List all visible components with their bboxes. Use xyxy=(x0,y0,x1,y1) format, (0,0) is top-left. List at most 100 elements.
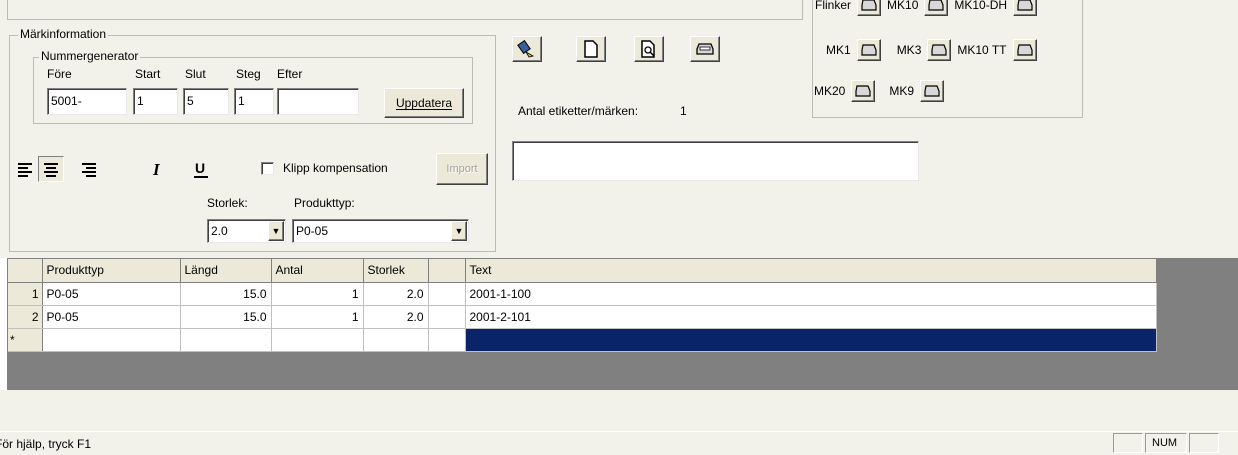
product-type-dropdown-arrow-icon[interactable]: ▼ xyxy=(451,221,467,241)
size-label: Storlek: xyxy=(207,196,248,210)
new-cell-count[interactable] xyxy=(271,328,364,352)
new-document-button[interactable] xyxy=(576,36,606,62)
printer-icon xyxy=(855,85,871,97)
new-cell-text-selected[interactable] xyxy=(465,328,1157,352)
start-input[interactable]: 1 xyxy=(133,88,178,115)
printer-mk3-button[interactable] xyxy=(927,39,952,61)
status-num-indicator: NUM xyxy=(1152,437,1178,449)
data-grid: Produkttyp Längd Antal Storlek Text 1 P0… xyxy=(8,259,1157,352)
svg-text:I: I xyxy=(152,160,161,179)
text-preview-field[interactable] xyxy=(512,141,919,181)
cut-compensation-label: Klipp kompensation xyxy=(283,161,388,175)
cell-length[interactable]: 15.0 xyxy=(180,305,272,329)
printer-flinker-label: Flinker xyxy=(815,0,852,12)
printer-mk9-button[interactable] xyxy=(920,80,945,102)
new-document-icon xyxy=(584,40,598,58)
printer-icon xyxy=(928,0,944,11)
after-label: Efter xyxy=(277,67,303,81)
row-header[interactable]: 1 xyxy=(8,282,43,306)
underline-button[interactable]: U xyxy=(190,159,212,179)
cell-size[interactable]: 2.0 xyxy=(363,282,429,306)
cell-product-type[interactable]: P0-05 xyxy=(42,282,181,306)
printer-icon xyxy=(931,44,947,56)
new-row-marker[interactable]: * xyxy=(8,328,43,352)
table-row[interactable]: 2 P0-05 15.0 1 2.0 2001-2-101 xyxy=(8,305,1157,329)
underline-icon: U xyxy=(194,160,208,178)
printer-mk3-label: MK3 xyxy=(896,43,922,57)
step-input[interactable]: 1 xyxy=(234,88,274,115)
size-grip[interactable] xyxy=(1222,437,1236,453)
printer-mk20-button[interactable] xyxy=(851,80,876,102)
print-preview-button[interactable] xyxy=(634,36,664,62)
labels-count-value: 1 xyxy=(680,104,687,118)
column-header-text[interactable]: Text xyxy=(465,259,1157,283)
printer-mk20-label: MK20 xyxy=(814,84,846,98)
cell-extra[interactable] xyxy=(428,282,466,306)
statusbar-divider xyxy=(0,431,1238,432)
new-cell-length[interactable] xyxy=(180,328,272,352)
size-dropdown-arrow-icon[interactable]: ▼ xyxy=(268,221,284,241)
marking-info-legend: Märkinformation xyxy=(18,27,109,41)
printer-icon xyxy=(861,44,877,56)
before-input[interactable]: 5001- xyxy=(47,88,127,115)
cell-size[interactable]: 2.0 xyxy=(363,305,429,329)
cell-text[interactable]: 2001-2-101 xyxy=(465,305,1157,329)
printer-mk10tt-button[interactable] xyxy=(1012,39,1037,61)
printer-top-row: Flinker MK10 MK10-DH xyxy=(815,0,1038,16)
new-cell-product-type[interactable] xyxy=(42,328,181,352)
printer-icon xyxy=(1016,44,1033,56)
row-header[interactable]: 2 xyxy=(8,305,43,329)
print-button[interactable] xyxy=(690,36,720,62)
align-center-icon xyxy=(44,163,58,177)
table-row[interactable]: 1 P0-05 15.0 1 2.0 2001-1-100 xyxy=(8,282,1157,306)
import-button-label: Import xyxy=(446,163,478,175)
size-select[interactable]: 2.0 ▼ xyxy=(207,219,286,243)
new-cell-extra[interactable] xyxy=(428,328,466,352)
printer-icon xyxy=(1017,0,1033,11)
printer-mk10-button[interactable] xyxy=(924,0,949,16)
column-header-size[interactable]: Storlek xyxy=(363,259,429,283)
new-cell-size[interactable] xyxy=(363,328,429,352)
grid-corner-cell[interactable] xyxy=(8,259,43,283)
new-table-row[interactable]: * xyxy=(8,328,1157,352)
product-type-select[interactable]: P0-05 ▼ xyxy=(292,219,469,243)
cell-count[interactable]: 1 xyxy=(271,282,364,306)
cell-text[interactable]: 2001-1-100 xyxy=(465,282,1157,306)
grid-container: Produkttyp Längd Antal Storlek Text 1 P0… xyxy=(8,259,1157,352)
printer-mk9-label: MK9 xyxy=(889,84,915,98)
cell-extra[interactable] xyxy=(428,305,466,329)
printer-flinker-button[interactable] xyxy=(857,0,882,16)
column-header-product-type[interactable]: Produkttyp xyxy=(42,259,181,283)
end-input[interactable]: 5 xyxy=(183,88,229,115)
clear-button[interactable] xyxy=(512,36,542,62)
svg-text:U: U xyxy=(195,160,205,176)
printer-mk10tt-label: MK10 TT xyxy=(957,43,1007,57)
before-label: Före xyxy=(47,67,72,81)
status-panel-1 xyxy=(1113,433,1143,453)
after-input[interactable] xyxy=(277,88,359,115)
cut-compensation-checkbox[interactable] xyxy=(261,162,274,175)
column-header-extra[interactable] xyxy=(428,259,466,283)
import-button[interactable]: Import xyxy=(436,153,488,185)
printer-row-2: MK20 MK9 xyxy=(814,80,945,102)
step-label: Steg xyxy=(236,67,261,81)
align-right-button[interactable] xyxy=(78,159,98,179)
update-button-label: Uppdatera xyxy=(395,96,453,110)
italic-icon: I xyxy=(152,160,161,179)
cell-length[interactable]: 15.0 xyxy=(180,282,272,306)
status-help-text: För hjälp, tryck F1 xyxy=(0,437,92,451)
column-header-count[interactable]: Antal xyxy=(271,259,364,283)
top-groupbox-edge xyxy=(7,0,803,20)
column-header-length[interactable]: Längd xyxy=(180,259,272,283)
printer-mk1-label: MK1 xyxy=(826,43,851,57)
labels-count-label: Antal etiketter/märken: xyxy=(518,104,639,118)
printer-mk1-button[interactable] xyxy=(856,39,881,61)
align-center-button[interactable] xyxy=(38,156,64,182)
align-left-button[interactable] xyxy=(16,159,36,179)
cell-product-type[interactable]: P0-05 xyxy=(42,305,181,329)
cell-count[interactable]: 1 xyxy=(271,305,364,329)
italic-button[interactable]: I xyxy=(148,159,170,179)
end-label: Slut xyxy=(185,67,206,81)
update-button[interactable]: Uppdatera xyxy=(384,88,464,118)
printer-mk10dh-button[interactable] xyxy=(1013,0,1038,16)
